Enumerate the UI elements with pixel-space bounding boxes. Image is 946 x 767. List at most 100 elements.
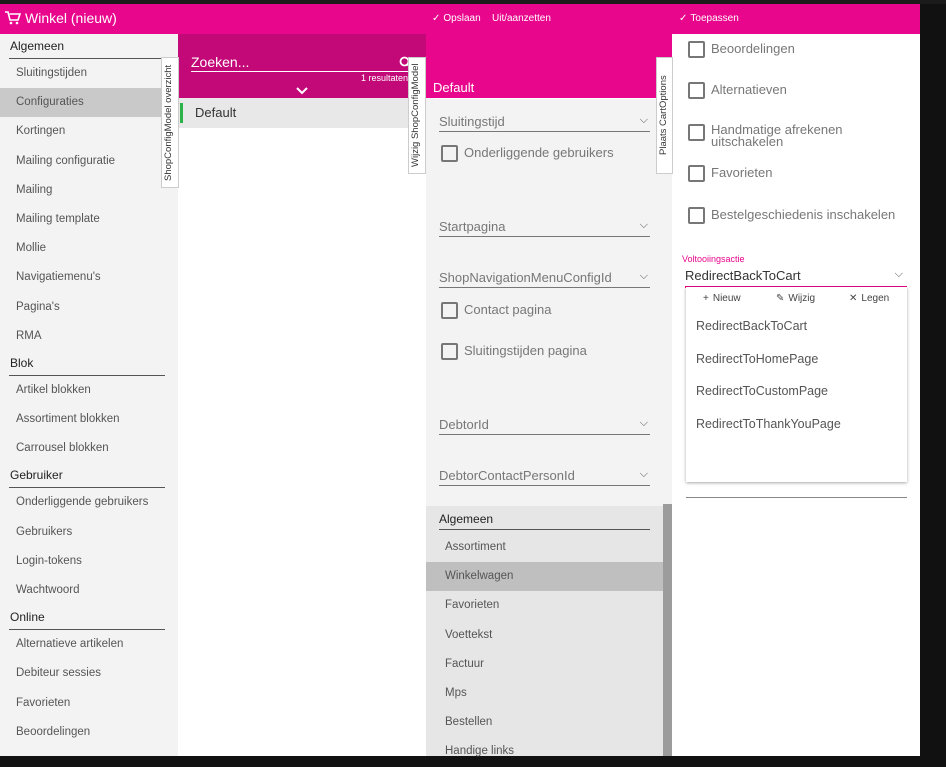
sidebar-item[interactable]: Navigatiemenu's xyxy=(0,263,178,292)
cart-option-checkbox[interactable]: Handmatige afrekenen uitschakelen xyxy=(688,122,861,149)
tab-shopconfig-overview[interactable]: ShopConfigModel overzicht xyxy=(161,57,179,188)
new-button[interactable]: + Nieuw xyxy=(703,293,741,304)
divider xyxy=(9,487,165,489)
section-group-title: Algemeen xyxy=(439,512,650,530)
section-item[interactable]: Favorieten xyxy=(426,591,663,620)
sidebar-item[interactable]: Mailing xyxy=(0,176,178,205)
sidebar-item[interactable]: Login-tokens xyxy=(0,547,178,576)
edit-button[interactable]: ✎ Wijzig xyxy=(776,293,815,304)
sidebar-item[interactable]: Debiteur sessies xyxy=(0,659,178,688)
nav-group-title: Algemeen xyxy=(10,39,65,53)
section-item[interactable]: Mps xyxy=(426,679,663,708)
clear-button[interactable]: ✕ Legen xyxy=(849,293,889,304)
sluitingstijd-select[interactable]: Sluitingstijd ⌵ xyxy=(439,114,650,132)
dropdown-option[interactable]: RedirectBackToCart xyxy=(696,319,807,333)
sluitingstijden-pagina-checkbox[interactable]: Sluitingstijden pagina xyxy=(441,343,587,360)
chevron-down-icon: ⌵ xyxy=(639,468,648,480)
sidebar-item[interactable]: Mailing configuratie xyxy=(0,147,178,176)
cart-option-checkbox[interactable]: Bestelgeschiedenis inschakelen xyxy=(688,207,895,224)
section-item[interactable]: Handige links xyxy=(426,737,663,766)
dropdown-option[interactable]: RedirectToThankYouPage xyxy=(696,417,841,431)
sidebar-item[interactable]: Artikel blokken xyxy=(0,376,178,405)
sidebar-nav: Algemeen Sluitingstijden Configuraties Kort… xyxy=(0,34,178,756)
section-item[interactable]: Assortiment xyxy=(426,533,663,562)
sidebar-item[interactable]: Pagina's xyxy=(0,293,178,322)
contact-checkbox[interactable]: Contact pagina xyxy=(441,302,551,319)
checkbox-box[interactable] xyxy=(688,207,705,224)
completion-value: RedirectBackToCart xyxy=(685,268,801,283)
tab-plaats-cartoptions[interactable]: Plaats CartOptions xyxy=(656,57,673,174)
section-item[interactable]: Voettekst xyxy=(426,621,663,650)
sidebar-item[interactable]: Carrousel blokken xyxy=(0,434,178,463)
sidebar-item[interactable]: Assortiment blokken xyxy=(0,405,178,434)
sidebar-item[interactable]: Onderliggende gebruikers xyxy=(0,488,178,517)
chevron-down-icon: ⌵ xyxy=(639,114,648,126)
checkbox-box[interactable] xyxy=(441,302,458,319)
sidebar-item[interactable]: Mollie xyxy=(0,234,178,263)
debtor-select[interactable]: DebtorId ⌵ xyxy=(439,417,650,435)
cart-option-checkbox[interactable]: Beoordelingen xyxy=(688,41,795,58)
completion-select[interactable]: RedirectBackToCart ⌵ xyxy=(685,268,907,288)
completion-label: Voltooiingsactie xyxy=(682,254,745,264)
plus-icon: + xyxy=(703,293,709,304)
sidebar-item[interactable]: Kortingen xyxy=(0,117,178,146)
search-placeholder: Zoeken... xyxy=(191,54,250,70)
checkbox-box[interactable] xyxy=(441,145,458,162)
app-header: Winkel (nieuw) ✓ Opslaan Uit/aanzetten ✓… xyxy=(0,4,920,34)
onderliggende-checkbox[interactable]: Onderliggende gebruikers xyxy=(441,145,614,162)
startpagina-select[interactable]: Startpagina ⌵ xyxy=(439,219,650,237)
checkbox-box[interactable] xyxy=(688,41,705,58)
results-count: 1 resultaten xyxy=(360,73,408,83)
sidebar-item[interactable]: Wachtwoord xyxy=(0,576,178,605)
sidebar-item[interactable]: Configuraties xyxy=(0,88,178,118)
check-icon: ✓ xyxy=(432,13,441,24)
tab-edit-shopconfig[interactable]: Wijzig ShopConfigModel xyxy=(408,57,426,174)
save-button[interactable]: ✓ Opslaan xyxy=(432,13,481,24)
checkbox-label: Alternatieven xyxy=(711,82,787,97)
sidebar-item[interactable]: Gebruikers xyxy=(0,518,178,547)
sidebar-item[interactable]: Mailing template xyxy=(0,205,178,234)
sidebar-item[interactable]: Beoordelingen xyxy=(0,718,178,747)
section-item[interactable]: Winkelwagen xyxy=(426,562,663,592)
checkbox-box[interactable] xyxy=(688,82,705,99)
completion-dropdown: + Nieuw ✎ Wijzig ✕ Legen RedirectBackToC… xyxy=(686,287,907,482)
sidebar-item[interactable]: RMA xyxy=(0,322,178,351)
chevron-down-icon[interactable] xyxy=(296,84,308,98)
nav-group-title: Gebruiker xyxy=(10,468,63,483)
cart-option-checkbox[interactable]: Alternatieven xyxy=(688,82,787,99)
apply-button[interactable]: ✓ Toepassen xyxy=(679,13,739,24)
dropdown-option[interactable]: RedirectToHomePage xyxy=(696,352,818,366)
save-label: Opslaan xyxy=(443,13,481,24)
checkbox-label: Handmatige afrekenen uitschakelen xyxy=(711,122,843,149)
toggle-button[interactable]: Uit/aanzetten xyxy=(492,13,551,24)
scrollbar[interactable] xyxy=(663,504,672,756)
debtor-contact-select[interactable]: DebtorContactPersonId ⌵ xyxy=(439,468,650,486)
navmenu-select[interactable]: ShopNavigationMenuConfigId ⌵ xyxy=(439,270,650,288)
nav-group-title: Online xyxy=(10,610,45,625)
nav-group: Blok xyxy=(0,351,178,376)
checkbox-box[interactable] xyxy=(441,343,458,360)
cart-option-checkbox[interactable]: Favorieten xyxy=(688,165,772,182)
checkbox-box[interactable] xyxy=(688,165,705,182)
checkbox-box[interactable] xyxy=(688,124,705,141)
list-panel: Zoeken... 1 resultaten Default xyxy=(178,34,426,756)
name-field[interactable]: Default xyxy=(433,80,660,99)
divider xyxy=(686,497,907,498)
toggle-label: Uit/aanzetten xyxy=(492,13,551,24)
sidebar-item[interactable]: Favorieten xyxy=(0,689,178,718)
app-title[interactable]: Winkel (nieuw) xyxy=(5,10,117,26)
search-input[interactable]: Zoeken... xyxy=(191,54,412,72)
nav-group-title: Blok xyxy=(10,355,34,370)
cart-icon xyxy=(5,11,21,25)
section-item[interactable]: Bestellen xyxy=(426,708,663,737)
sidebar-item[interactable]: Sluitingstijden xyxy=(0,59,178,88)
right-edge xyxy=(920,34,946,756)
list-item[interactable]: Default xyxy=(178,98,426,128)
list-item-label: Default xyxy=(195,105,237,120)
chevron-down-icon[interactable]: ⌵ xyxy=(895,268,903,281)
dropdown-option[interactable]: RedirectToCustomPage xyxy=(696,384,828,398)
cart-options-panel: Beoordelingen Alternatieven Handmatige afr… xyxy=(672,34,920,756)
sidebar-item[interactable]: Alternatieve artikelen xyxy=(0,630,178,659)
section-item[interactable]: Factuur xyxy=(426,650,663,679)
divider xyxy=(9,374,165,376)
